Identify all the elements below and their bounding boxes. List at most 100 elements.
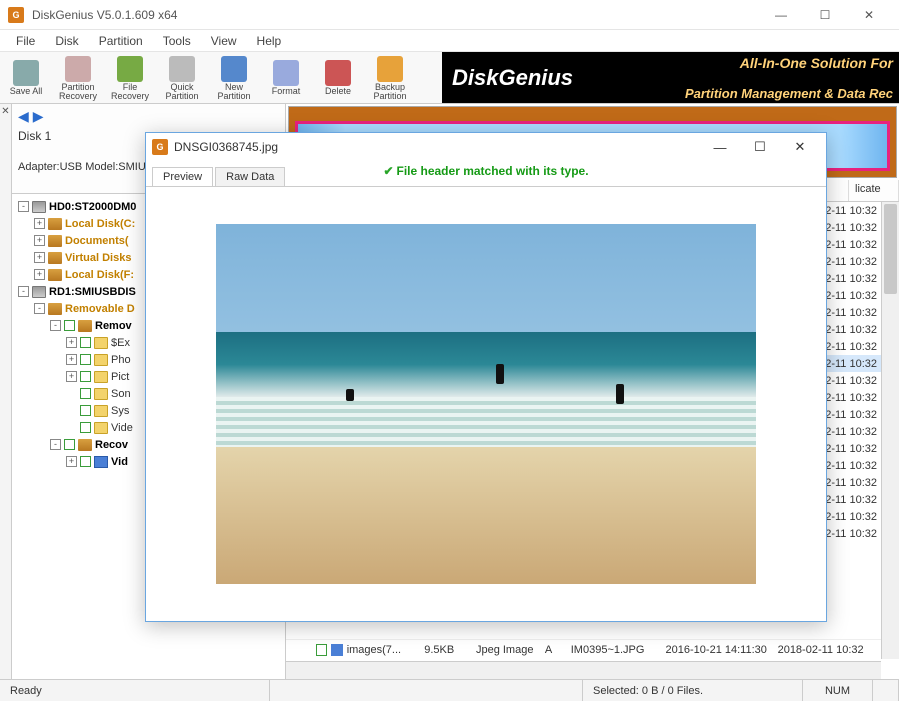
table-row[interactable]: 2-11 10:32 [825, 406, 881, 423]
tree-checkbox[interactable] [80, 422, 91, 433]
tree-label: $Ex [111, 337, 130, 349]
expand-toggle[interactable]: + [34, 235, 45, 246]
table-row[interactable]: 2-11 10:32 [825, 457, 881, 474]
tree-label: Documents( [65, 235, 129, 247]
expand-toggle[interactable]: - [18, 201, 29, 212]
cell-type: Jpeg Image [476, 644, 545, 656]
cell-name: images(7... [347, 644, 425, 656]
table-row[interactable]: 2-11 10:32 [825, 474, 881, 491]
expand-toggle[interactable]: + [66, 337, 77, 348]
file-recovery-icon [117, 56, 143, 82]
row-checkbox[interactable] [316, 644, 327, 656]
preview-titlebar[interactable]: G DNSGI0368745.jpg — ☐ ✕ [146, 133, 826, 161]
expand-toggle[interactable]: - [18, 286, 29, 297]
maximize-button[interactable]: ☐ [803, 1, 847, 29]
disk-next-button[interactable]: ▶ [33, 108, 44, 125]
cell-time: 2-11 10:32 [825, 511, 877, 523]
cell-time: 2-11 10:32 [825, 375, 877, 387]
tool-delete[interactable]: Delete [312, 54, 364, 102]
table-row[interactable]: 2-11 10:32 [825, 525, 881, 542]
menu-tools[interactable]: Tools [153, 32, 201, 50]
tree-checkbox[interactable] [80, 456, 91, 467]
table-row[interactable]: 2-11 10:32 [825, 491, 881, 508]
tree-checkbox[interactable] [80, 371, 91, 382]
table-row[interactable]: 2-11 10:32 [825, 253, 881, 270]
table-row[interactable]: 2-11 10:32 [825, 219, 881, 236]
tree-label: Local Disk(F: [65, 269, 134, 281]
table-row[interactable]: 2-11 10:32 [825, 355, 881, 372]
table-row[interactable]: 2-11 10:32 [825, 440, 881, 457]
disk-prev-button[interactable]: ◀ [18, 108, 29, 125]
preview-maximize-button[interactable]: ☐ [740, 134, 780, 160]
expand-toggle[interactable]: - [50, 320, 61, 331]
tree-label: Sys [111, 405, 129, 417]
tree-label: Vide [111, 422, 133, 434]
preview-tabs: Preview Raw Data ✔File header matched wi… [146, 161, 826, 187]
expand-toggle[interactable]: + [66, 456, 77, 467]
table-row[interactable]: 2-11 10:32 [825, 508, 881, 525]
part-icon [48, 252, 62, 264]
menu-file[interactable]: File [6, 32, 45, 50]
cell-time: 2-11 10:32 [825, 528, 877, 540]
tree-label: Vid [111, 456, 128, 468]
tree-checkbox[interactable] [80, 354, 91, 365]
tool-save-all[interactable]: Save All [0, 54, 52, 102]
table-row[interactable]: 2-11 10:32 [825, 423, 881, 440]
preview-filename: DNSGI0368745.jpg [174, 140, 700, 154]
tool-label: Delete [325, 87, 351, 96]
close-button[interactable]: ✕ [847, 1, 891, 29]
expand-toggle[interactable]: + [34, 269, 45, 280]
scrollbar-vertical[interactable] [881, 202, 899, 659]
table-row[interactable]: 2-11 10:32 [825, 304, 881, 321]
panel-collapse-button[interactable]: ✕ [0, 104, 12, 679]
cell-short: IM0395~1.JPG [571, 644, 666, 656]
tree-label: Removable D [65, 303, 135, 315]
tree-label: Pict [111, 371, 129, 383]
table-row[interactable]: 2-11 10:32 [825, 372, 881, 389]
menu-partition[interactable]: Partition [89, 32, 153, 50]
table-row[interactable]: 2-11 10:32 [825, 338, 881, 355]
table-row[interactable]: images(7... 9.5KB Jpeg Image A IM0395~1.… [286, 639, 881, 659]
tool-quick-partition[interactable]: QuickPartition [156, 54, 208, 102]
menu-help[interactable]: Help [247, 32, 292, 50]
tree-checkbox[interactable] [64, 320, 75, 331]
tool-new-partition[interactable]: NewPartition [208, 54, 260, 102]
expand-toggle[interactable]: + [66, 371, 77, 382]
banner: DiskGenius All-In-One Solution For Parti… [442, 52, 899, 104]
image-icon [331, 644, 343, 656]
tool-partition-recovery[interactable]: PartitionRecovery [52, 54, 104, 102]
cell-time: 2-11 10:32 [825, 273, 877, 285]
part-icon [78, 439, 92, 451]
scroll-thumb[interactable] [884, 204, 897, 294]
table-row[interactable]: 2-11 10:32 [825, 236, 881, 253]
scrollbar-horizontal[interactable] [286, 661, 881, 679]
tree-checkbox[interactable] [80, 388, 91, 399]
tool-label: BackupPartition [373, 83, 406, 102]
table-row[interactable]: 2-11 10:32 [825, 270, 881, 287]
table-row[interactable]: 2-11 10:32 [825, 321, 881, 338]
tool-file-recovery[interactable]: FileRecovery [104, 54, 156, 102]
column-duplicate[interactable]: licate [849, 180, 899, 201]
tree-checkbox[interactable] [80, 337, 91, 348]
tree-checkbox[interactable] [64, 439, 75, 450]
preview-close-button[interactable]: ✕ [780, 134, 820, 160]
expand-toggle[interactable]: - [34, 303, 45, 314]
table-row[interactable]: 2-11 10:32 [825, 202, 881, 219]
titlebar: G DiskGenius V5.0.1.609 x64 — ☐ ✕ [0, 0, 899, 30]
expand-toggle[interactable]: - [50, 439, 61, 450]
tool-format[interactable]: Format [260, 54, 312, 102]
expand-toggle[interactable]: + [34, 252, 45, 263]
banner-line2: Partition Management & Data Rec [685, 86, 893, 101]
preview-message-text: File header matched with its type. [397, 164, 589, 178]
menu-view[interactable]: View [201, 32, 247, 50]
part-icon [48, 269, 62, 281]
minimize-button[interactable]: — [759, 1, 803, 29]
expand-toggle[interactable]: + [34, 218, 45, 229]
tree-checkbox[interactable] [80, 405, 91, 416]
expand-toggle[interactable]: + [66, 354, 77, 365]
menu-disk[interactable]: Disk [45, 32, 88, 50]
table-row[interactable]: 2-11 10:32 [825, 389, 881, 406]
tool-backup-partition[interactable]: BackupPartition [364, 54, 416, 102]
preview-minimize-button[interactable]: — [700, 134, 740, 160]
table-row[interactable]: 2-11 10:32 [825, 287, 881, 304]
